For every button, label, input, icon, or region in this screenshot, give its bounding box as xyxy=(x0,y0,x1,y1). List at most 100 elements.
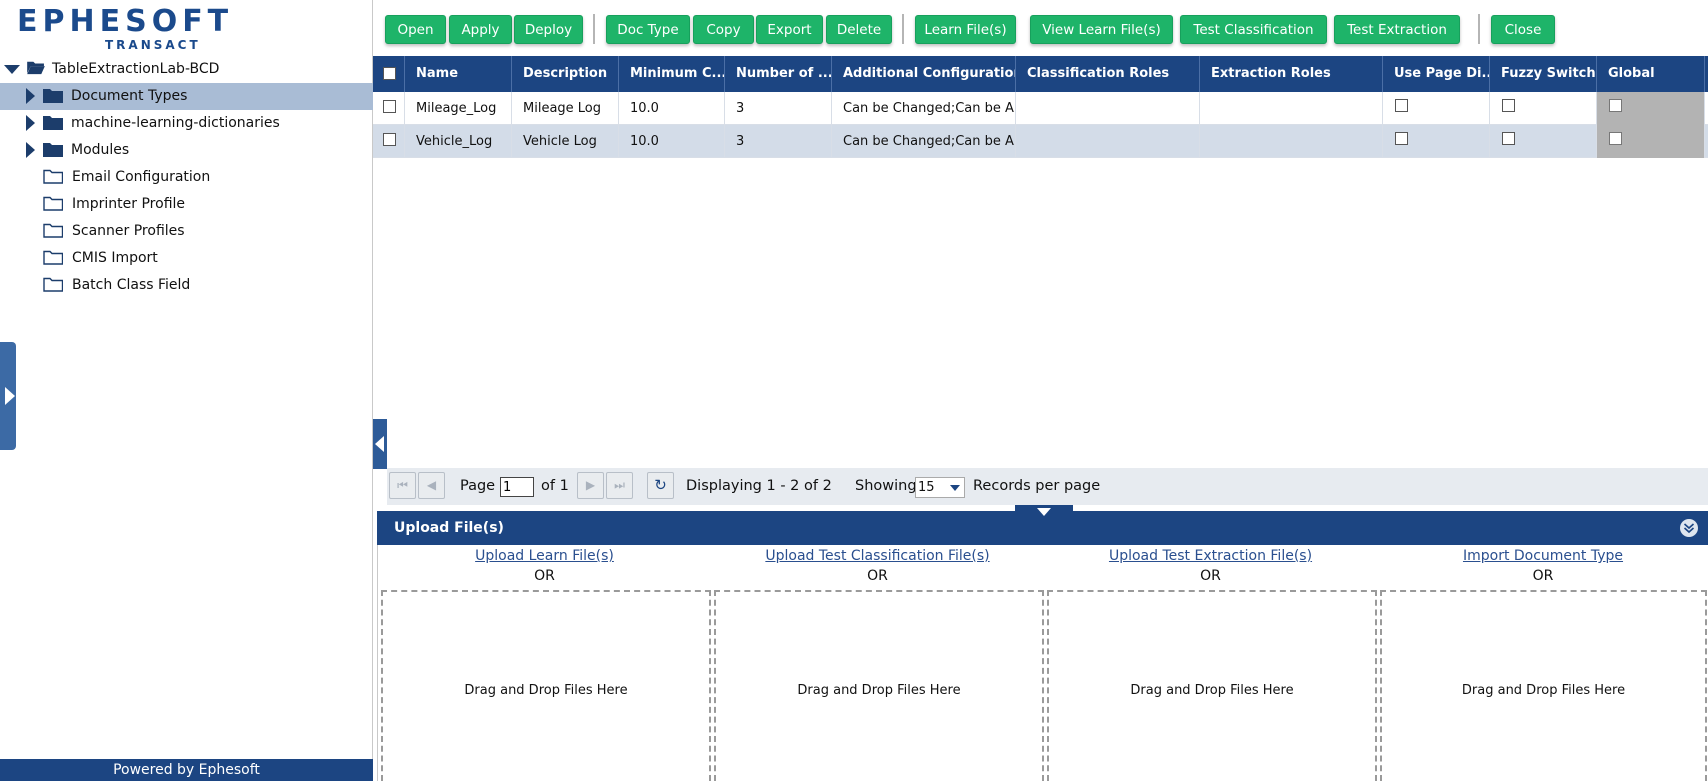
cell-fuzzy-switch[interactable] xyxy=(1490,92,1597,125)
collapse-tree-tab[interactable] xyxy=(373,419,387,469)
cell-use-page[interactable] xyxy=(1383,125,1490,158)
cell-extraction-roles[interactable] xyxy=(1200,125,1383,158)
cell-number-of[interactable]: 3 xyxy=(725,92,832,125)
fuzzy-switch-checkbox[interactable] xyxy=(1502,132,1515,145)
doc-type-button[interactable]: Doc Type xyxy=(606,15,690,44)
header-additional-configurations[interactable]: Additional Configurations xyxy=(832,56,1016,92)
apply-button[interactable]: Apply xyxy=(449,15,512,44)
or-label: OR xyxy=(867,568,888,584)
cell-additional-configurations[interactable]: Can be Changed;Can be A... xyxy=(832,125,1016,158)
drop-zone-import-document-type[interactable]: Drag and Drop Files Here xyxy=(1380,590,1707,781)
cell-name[interactable]: Mileage_Log xyxy=(405,92,512,125)
cell-global xyxy=(1597,125,1705,158)
cell-global xyxy=(1597,92,1705,125)
page-label: Page xyxy=(460,478,496,494)
upload-column-learn: Upload Learn File(s) OR Drag and Drop Fi… xyxy=(378,545,711,781)
row-select-cell[interactable] xyxy=(373,125,405,158)
header-use-page-di[interactable]: Use Page Di... xyxy=(1383,56,1490,92)
expand-right-icon[interactable] xyxy=(26,115,35,131)
collapse-chevron-icon[interactable] xyxy=(1680,519,1698,537)
copy-button[interactable]: Copy xyxy=(693,15,754,44)
header-global[interactable]: Global xyxy=(1597,56,1705,92)
expand-panel-tab[interactable] xyxy=(0,342,16,450)
pager: ⏮ ◀ Page of 1 ▶ ⏭ ↻ Displaying 1 - 2 of … xyxy=(387,468,1708,505)
view-learn-files-button[interactable]: View Learn File(s) xyxy=(1030,15,1173,44)
cell-number-of[interactable]: 3 xyxy=(725,125,832,158)
expand-right-icon[interactable] xyxy=(26,142,35,158)
toolbar: Open Apply Deploy Doc Type Copy Export D… xyxy=(373,0,1708,56)
tree-item-email-configuration[interactable]: Email Configuration xyxy=(0,164,373,191)
use-page-checkbox[interactable] xyxy=(1395,132,1408,145)
folder-outline-icon xyxy=(43,277,63,292)
export-button[interactable]: Export xyxy=(756,15,823,44)
tree-item-document-types[interactable]: Document Types xyxy=(0,83,373,110)
tree-item-cmis-import[interactable]: CMIS Import xyxy=(0,245,373,272)
cell-name[interactable]: Vehicle_Log xyxy=(405,125,512,158)
tree-root[interactable]: TableExtractionLab-BCD xyxy=(0,56,373,83)
row-checkbox[interactable] xyxy=(383,133,396,146)
cell-additional-configurations[interactable]: Can be Changed;Can be A... xyxy=(832,92,1016,125)
cell-classification-roles[interactable] xyxy=(1016,125,1200,158)
import-document-type-link[interactable]: Import Document Type xyxy=(1377,548,1708,564)
drop-zone-learn[interactable]: Drag and Drop Files Here xyxy=(381,590,711,781)
tree-item-scanner-profiles[interactable]: Scanner Profiles xyxy=(0,218,373,245)
header-fuzzy-switch[interactable]: Fuzzy Switch xyxy=(1490,56,1597,92)
learn-files-button[interactable]: Learn File(s) xyxy=(915,15,1016,44)
cell-extraction-roles[interactable] xyxy=(1200,92,1383,125)
open-button[interactable]: Open xyxy=(385,15,446,44)
tree-item-imprinter-profile[interactable]: Imprinter Profile xyxy=(0,191,373,218)
deploy-button[interactable]: Deploy xyxy=(514,15,583,44)
tree-item-modules[interactable]: Modules xyxy=(0,137,373,164)
cell-minimum-confidence[interactable]: 10.0 xyxy=(619,125,725,158)
upload-toggle-tab[interactable] xyxy=(1015,505,1073,519)
prev-page-icon[interactable]: ◀ xyxy=(418,472,445,499)
records-per-page-select[interactable]: 15 xyxy=(915,477,965,498)
select-all-checkbox[interactable] xyxy=(383,67,396,80)
tree-item-label: Document Types xyxy=(71,88,188,104)
records-per-page-label: Records per page xyxy=(973,478,1101,494)
close-button[interactable]: Close xyxy=(1491,15,1555,44)
upload-test-extraction-link[interactable]: Upload Test Extraction File(s) xyxy=(1044,548,1377,564)
upload-test-classification-link[interactable]: Upload Test Classification File(s) xyxy=(711,548,1044,564)
delete-button[interactable]: Delete xyxy=(826,15,892,44)
cell-description[interactable]: Vehicle Log xyxy=(512,125,619,158)
grid-header: Name Description Minimum C... Number of … xyxy=(373,56,1708,92)
ephesoft-logo: EPHESOFT TRANSACT xyxy=(17,4,228,52)
header-minimum-confidence[interactable]: Minimum C... xyxy=(619,56,725,92)
cell-description[interactable]: Mileage Log xyxy=(512,92,619,125)
global-checkbox xyxy=(1609,99,1622,112)
header-name[interactable]: Name xyxy=(405,56,512,92)
tree-item-batch-class-field[interactable]: Batch Class Field xyxy=(0,272,373,299)
cell-minimum-confidence[interactable]: 10.0 xyxy=(619,92,725,125)
batch-class-tree: TableExtractionLab-BCD Document Types ma… xyxy=(0,56,373,299)
header-select-all[interactable] xyxy=(373,56,405,92)
header-extraction-roles[interactable]: Extraction Roles xyxy=(1200,56,1383,92)
last-page-icon[interactable]: ⏭ xyxy=(606,472,633,499)
fuzzy-switch-checkbox[interactable] xyxy=(1502,99,1515,112)
use-page-checkbox[interactable] xyxy=(1395,99,1408,112)
first-page-icon[interactable]: ⏮ xyxy=(389,472,416,499)
page-number-input[interactable] xyxy=(500,477,534,497)
refresh-icon[interactable]: ↻ xyxy=(647,472,674,499)
test-classification-button[interactable]: Test Classification xyxy=(1180,15,1327,44)
row-select-cell[interactable] xyxy=(373,92,405,125)
cell-classification-roles[interactable] xyxy=(1016,92,1200,125)
header-classification-roles[interactable]: Classification Roles xyxy=(1016,56,1200,92)
powered-by-footer: Powered by Ephesoft xyxy=(0,759,373,781)
tree-item-machine-learning-dictionaries[interactable]: machine-learning-dictionaries xyxy=(0,110,373,137)
drop-zone-test-classification[interactable]: Drag and Drop Files Here xyxy=(714,590,1044,781)
next-page-icon[interactable]: ▶ xyxy=(577,472,604,499)
expand-right-icon[interactable] xyxy=(26,88,35,104)
test-extraction-button[interactable]: Test Extraction xyxy=(1334,15,1460,44)
cell-use-page[interactable] xyxy=(1383,92,1490,125)
upload-learn-files-link[interactable]: Upload Learn File(s) xyxy=(378,548,711,564)
expand-down-icon[interactable] xyxy=(4,65,20,74)
cell-fuzzy-switch[interactable] xyxy=(1490,125,1597,158)
drop-zone-test-extraction[interactable]: Drag and Drop Files Here xyxy=(1047,590,1377,781)
header-description[interactable]: Description xyxy=(512,56,619,92)
row-checkbox[interactable] xyxy=(383,100,396,113)
table-row[interactable]: Vehicle_Log Vehicle Log 10.0 3 Can be Ch… xyxy=(373,125,1708,158)
tree-item-label: machine-learning-dictionaries xyxy=(71,115,280,131)
header-number-of[interactable]: Number of ... xyxy=(725,56,832,92)
table-row[interactable]: Mileage_Log Mileage Log 10.0 3 Can be Ch… xyxy=(373,92,1708,125)
